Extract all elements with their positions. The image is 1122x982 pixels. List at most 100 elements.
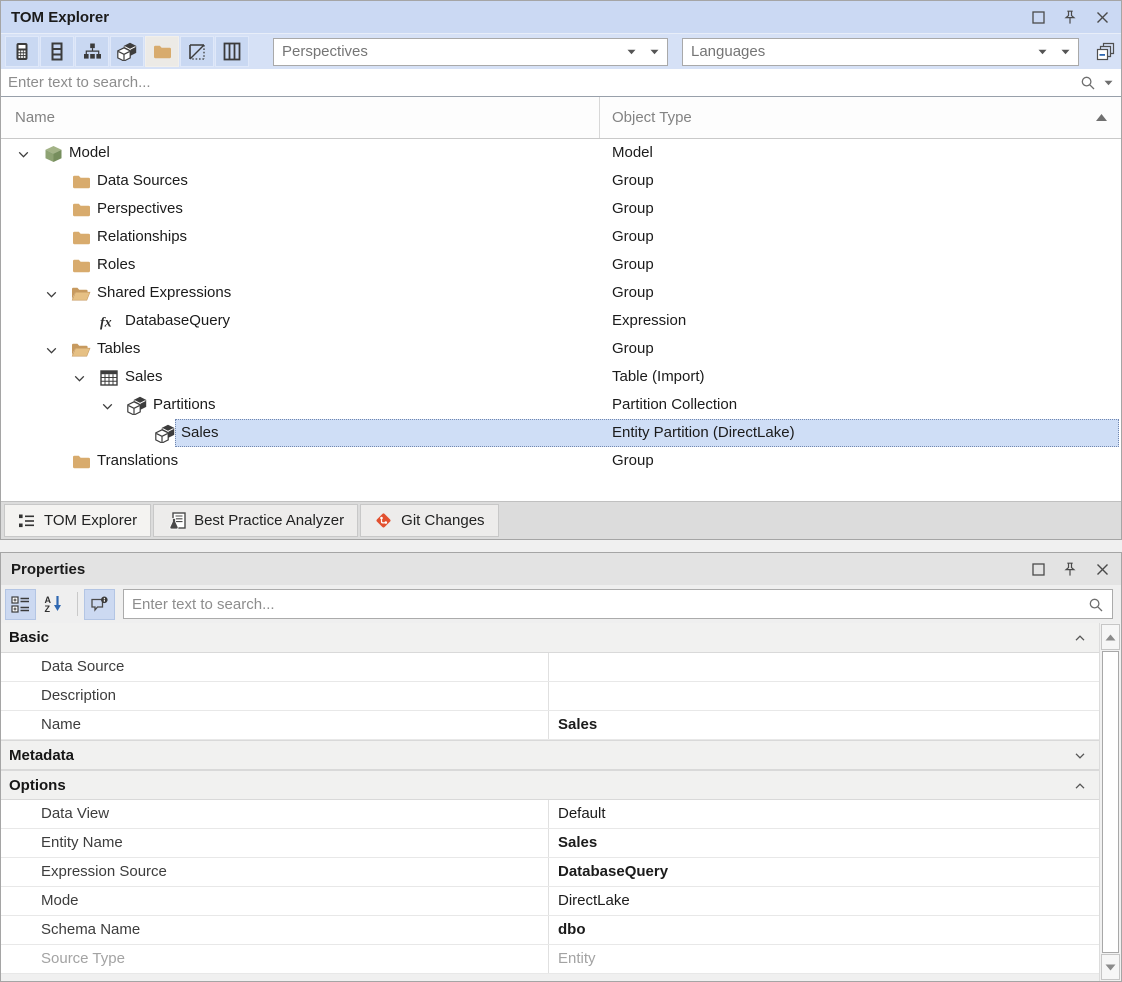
combo-arrows <box>627 49 659 55</box>
property-row-expression-source[interactable]: Expression SourceDatabaseQuery <box>1 858 1099 887</box>
column-separator[interactable] <box>599 97 600 138</box>
maximize-button[interactable] <box>1025 557 1051 581</box>
property-value[interactable]: Sales <box>548 829 1099 857</box>
tree-row-tables[interactable]: TablesGroup <box>1 335 1121 363</box>
search-options-arrow-icon[interactable] <box>1104 80 1113 86</box>
properties-window-controls <box>1025 557 1115 581</box>
tab-tom-explorer[interactable]: TOM Explorer <box>4 504 151 537</box>
toolbar-separator <box>77 592 78 616</box>
chevron-down-small-icon[interactable] <box>627 49 636 55</box>
maximize-button[interactable] <box>1025 5 1051 29</box>
close-button[interactable] <box>1089 5 1115 29</box>
property-description-button[interactable] <box>84 589 115 620</box>
svg-text:Z: Z <box>45 604 51 613</box>
chevron-down-icon[interactable] <box>71 370 87 386</box>
tree-row-databasequery[interactable]: fxDatabaseQueryExpression <box>1 307 1121 335</box>
property-value[interactable]: DatabaseQuery <box>548 858 1099 886</box>
chevron-down-icon[interactable] <box>43 286 59 302</box>
pin-button[interactable] <box>1057 557 1083 581</box>
chevron-down-small-icon[interactable] <box>1038 49 1047 55</box>
tree-node-name: Perspectives <box>97 195 183 223</box>
property-row-schema-name[interactable]: Schema Namedbo <box>1 916 1099 945</box>
property-value[interactable]: dbo <box>548 916 1099 944</box>
property-value[interactable]: Entity <box>548 945 1099 973</box>
tree-row-translations[interactable]: TranslationsGroup <box>1 447 1121 475</box>
perspectives-combo[interactable]: Perspectives <box>273 38 668 66</box>
chevron-down-icon[interactable] <box>43 342 59 358</box>
tom-tree: ModelModelData SourcesGroupPerspectivesG… <box>1 139 1121 503</box>
tab-best-practice-analyzer[interactable]: Best Practice Analyzer <box>153 504 358 537</box>
partitions-button[interactable] <box>110 36 144 67</box>
property-value[interactable]: Default <box>548 800 1099 828</box>
sort-ascending-icon[interactable] <box>1095 113 1108 122</box>
property-value[interactable] <box>548 682 1099 710</box>
languages-combo[interactable]: Languages <box>682 38 1079 66</box>
chevron-up-icon[interactable] <box>1073 631 1087 645</box>
scroll-down-button[interactable] <box>1101 954 1120 980</box>
search-icon[interactable] <box>1080 75 1096 91</box>
sort-az-icon: AZ <box>44 595 63 613</box>
property-row-data-view[interactable]: Data ViewDefault <box>1 800 1099 829</box>
folder-icon <box>71 256 91 275</box>
property-value[interactable]: DirectLake <box>548 887 1099 915</box>
tree-node-name: Translations <box>97 447 178 475</box>
tree-row-sales[interactable]: SalesTable (Import) <box>1 363 1121 391</box>
section-basic[interactable]: Basic <box>1 623 1099 653</box>
tree-row-partitions[interactable]: PartitionsPartition Collection <box>1 391 1121 419</box>
chevron-down-icon[interactable] <box>15 146 31 162</box>
chevron-up-icon[interactable] <box>1073 779 1087 793</box>
property-row-data-source[interactable]: Data Source <box>1 653 1099 682</box>
section-options[interactable]: Options <box>1 770 1099 800</box>
folders-button[interactable] <box>145 36 179 67</box>
property-row-entity-name[interactable]: Entity NameSales <box>1 829 1099 858</box>
tree-node-name: DatabaseQuery <box>125 307 230 335</box>
tree-row-sales[interactable]: SalesEntity Partition (DirectLake) <box>1 419 1121 447</box>
property-label: Name <box>41 711 81 739</box>
tree-row-relationships[interactable]: RelationshipsGroup <box>1 223 1121 251</box>
tree-row-data-sources[interactable]: Data SourcesGroup <box>1 167 1121 195</box>
tree-row-perspectives[interactable]: PerspectivesGroup <box>1 195 1121 223</box>
property-row-description[interactable]: Description <box>1 682 1099 711</box>
properties-search-input[interactable] <box>124 590 1112 618</box>
sort-az-button[interactable]: AZ <box>38 589 69 620</box>
maximize-icon <box>1032 11 1045 24</box>
scrollbar-thumb[interactable] <box>1102 651 1119 953</box>
pin-button[interactable] <box>1057 5 1083 29</box>
tab-git-changes[interactable]: Git Changes <box>360 504 498 537</box>
hidden-objects-button[interactable] <box>180 36 214 67</box>
tom-search-input[interactable] <box>1 69 1121 96</box>
property-row-mode[interactable]: ModeDirectLake <box>1 887 1099 916</box>
cascade-windows-button[interactable] <box>1089 36 1121 67</box>
tree-row-model[interactable]: ModelModel <box>1 139 1121 167</box>
vertical-scrollbar[interactable] <box>1099 623 1121 981</box>
section-metadata[interactable]: Metadata <box>1 740 1099 770</box>
folder-open-icon <box>71 284 91 303</box>
property-value[interactable]: Sales <box>548 711 1099 739</box>
chevron-down-icon[interactable] <box>99 398 115 414</box>
tree-node-name: Sales <box>125 363 163 391</box>
hierarchies-button[interactable] <box>75 36 109 67</box>
categorized-button[interactable] <box>5 589 36 620</box>
dropdown-arrow-icon[interactable] <box>1061 49 1070 55</box>
property-value[interactable] <box>548 653 1099 681</box>
tree-row-shared-expressions[interactable]: Shared ExpressionsGroup <box>1 279 1121 307</box>
scroll-up-button[interactable] <box>1101 624 1120 650</box>
close-button[interactable] <box>1089 557 1115 581</box>
dropdown-arrow-icon[interactable] <box>650 49 659 55</box>
column-header-name[interactable]: Name <box>15 97 55 138</box>
hierarchies-icon <box>83 42 102 61</box>
close-icon <box>1096 563 1109 576</box>
tree-node-name: Model <box>69 139 110 167</box>
measures-button[interactable] <box>5 36 39 67</box>
search-icon[interactable] <box>1088 597 1104 613</box>
chevron-down-icon[interactable] <box>1073 749 1087 763</box>
tom-explorer-panel: TOM Explorer Perspectives Languages <box>0 0 1122 540</box>
property-row-source-type[interactable]: Source TypeEntity <box>1 945 1099 974</box>
cascade-windows-icon <box>1096 42 1115 61</box>
column-header-object-type[interactable]: Object Type <box>612 97 692 138</box>
table-columns-button[interactable] <box>215 36 249 67</box>
column-list-button[interactable] <box>40 36 74 67</box>
tree-row-roles[interactable]: RolesGroup <box>1 251 1121 279</box>
tree-node-name: Shared Expressions <box>97 279 231 307</box>
property-row-name[interactable]: Name Sales <box>1 711 1099 740</box>
